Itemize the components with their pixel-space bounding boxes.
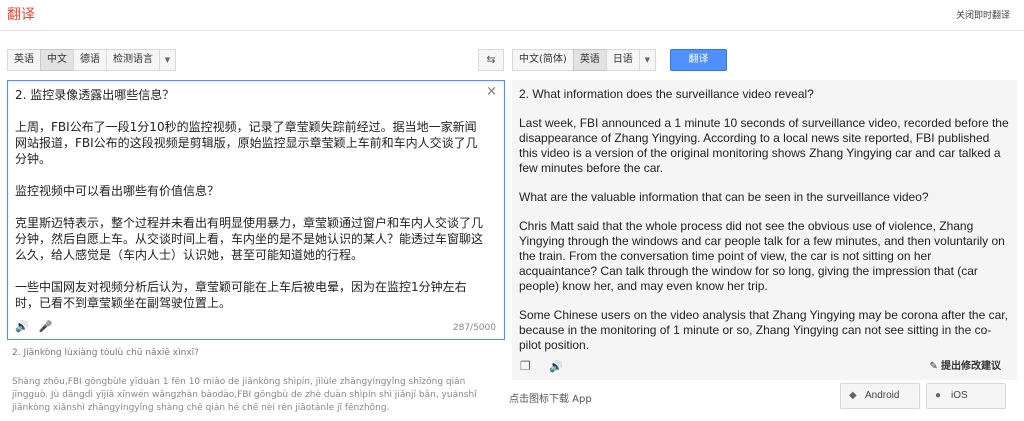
source-lang-chinese[interactable]: 中文	[40, 49, 74, 71]
source-text-area[interactable]: 2. 监控录像透露出哪些信息？ 上周，FBI公布了一段1分10秒的监控视频，记录…	[7, 80, 505, 340]
apple-icon: ●	[935, 390, 942, 401]
translate-button[interactable]: 翻译	[670, 49, 727, 71]
source-paragraph: 2. 监控录像透露出哪些信息？	[15, 88, 175, 102]
divider	[0, 30, 1024, 31]
listen-icon[interactable]: 🔊	[15, 320, 29, 333]
result-paragraph: 2. What information does the surveillanc…	[519, 87, 814, 101]
copy-icon[interactable]: ❐	[520, 359, 531, 373]
result-paragraph: What are the valuable information that c…	[519, 190, 929, 204]
target-language-bar: 中文(简体) 英语 日语 ▼	[512, 49, 656, 71]
result-paragraph: Chris Matt said that the whole process d…	[519, 219, 1005, 293]
character-counter: 287/5000	[452, 323, 496, 333]
clear-text-icon[interactable]: ×	[486, 84, 497, 99]
target-lang-english[interactable]: 英语	[572, 49, 607, 71]
source-romanization-question: 2. Jiānkòng lùxiàng tòulù chū nǎxiē xìnx…	[12, 348, 199, 358]
app-download-text: 点击图标下载 App	[509, 394, 592, 405]
result-paragraph: Some Chinese users on the video analysis…	[519, 308, 1008, 352]
source-lang-german[interactable]: 德语	[73, 49, 107, 71]
suggest-edit-link[interactable]: ✎ 提出修改建议	[929, 357, 1001, 372]
app-title: 翻译	[7, 7, 35, 23]
result-paragraph: Last week, FBI announced a 1 minute 10 s…	[519, 116, 1009, 175]
translation-result: 2. What information does the surveillanc…	[512, 80, 1017, 380]
target-lang-dropdown-icon[interactable]: ▼	[638, 49, 656, 71]
source-language-bar: 英语 中文 德语 检测语言 ▼	[7, 49, 176, 71]
source-lang-dropdown-icon[interactable]: ▼	[159, 49, 176, 71]
source-lang-detect[interactable]: 检测语言	[106, 49, 160, 71]
listen-translation-icon[interactable]: 🔊	[549, 360, 563, 373]
android-icon: ◆	[849, 390, 857, 401]
ios-button[interactable]: ● iOS	[926, 383, 1006, 409]
result-text: 2. What information does the surveillanc…	[519, 87, 1009, 367]
source-paragraph: 一些中国网友对视频分析后认为，章莹颖可能在上车后被电晕，因为在监控1分钟左右时，…	[15, 280, 467, 310]
source-lang-english[interactable]: 英语	[7, 49, 41, 71]
microphone-icon[interactable]: 🎤	[39, 320, 53, 333]
top-bar: 翻译 关闭即时翻译	[0, 0, 1024, 30]
target-lang-chinese-simplified[interactable]: 中文(简体)	[512, 49, 574, 71]
source-paragraph: 上周，FBI公布了一段1分10秒的监控视频，记录了章莹颖失踪前经过。据当地一家新…	[15, 120, 478, 166]
android-button[interactable]: ◆ Android	[840, 383, 920, 409]
pencil-icon: ✎	[929, 361, 938, 372]
source-paragraph: 克里斯迈特表示，整个过程并未看出有明显使用暴力，章莹颖通过窗户和车内人交谈了几分…	[15, 216, 484, 262]
swap-languages-icon[interactable]: ⇆	[478, 49, 504, 71]
source-paragraph: 监控视频中可以看出哪些有价值信息？	[15, 184, 220, 198]
target-lang-japanese[interactable]: 日语	[605, 49, 640, 71]
close-instant-link[interactable]: 关闭即时翻译	[956, 8, 1010, 21]
source-text[interactable]: 2. 监控录像透露出哪些信息？ 上周，FBI公布了一段1分10秒的监控视频，记录…	[15, 87, 487, 327]
source-romanization: Shàng zhōu,FBI gōngbùle yīduàn 1 fēn 10 …	[12, 377, 477, 413]
